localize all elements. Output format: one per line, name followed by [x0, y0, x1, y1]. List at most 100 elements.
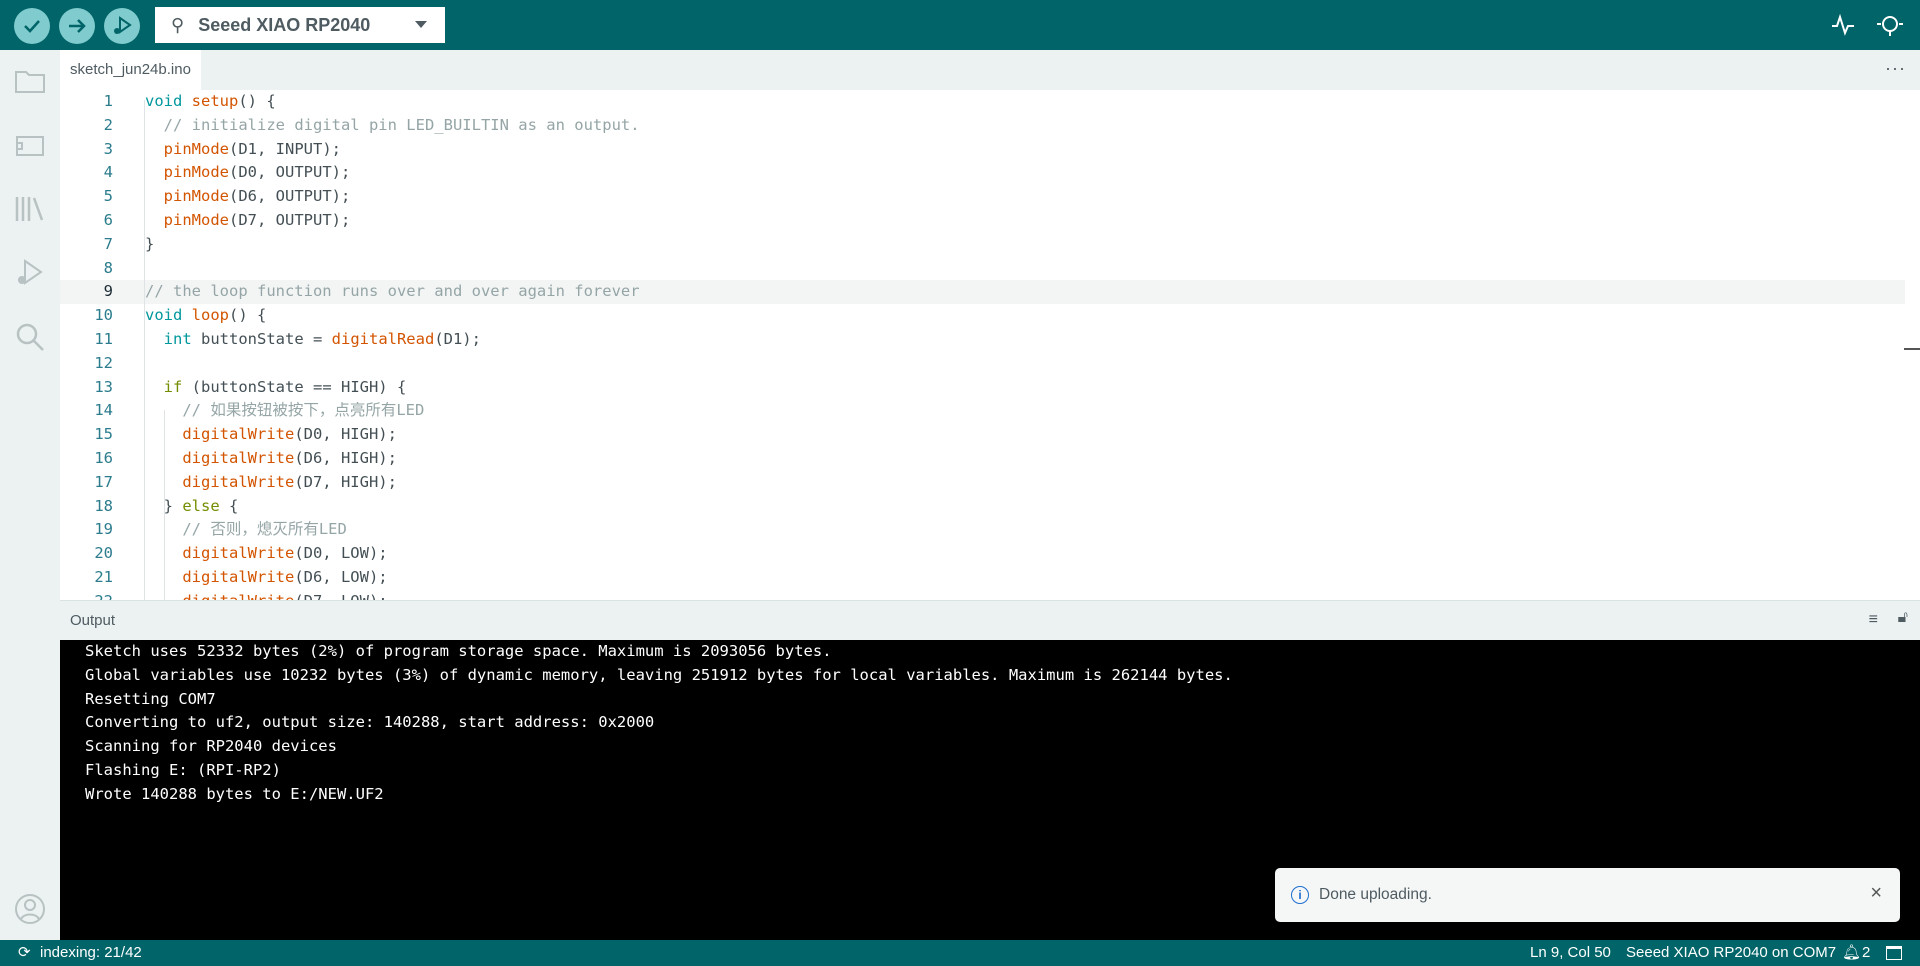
indent-guide	[164, 410, 165, 600]
code-token: {	[219, 496, 239, 515]
search-icon[interactable]	[13, 320, 47, 354]
debug-sidebar-icon[interactable]	[13, 256, 47, 290]
line-number: 15	[94, 425, 113, 444]
code-line[interactable]: 14 // 如果按钮被按下，点亮所有LED	[60, 399, 1905, 423]
debug-icon	[114, 16, 132, 34]
code-line[interactable]: 18 } else {	[60, 495, 1905, 519]
info-icon: i	[1291, 886, 1309, 904]
output-line: Wrote 140288 bytes to E:/NEW.UF2	[85, 784, 384, 803]
code-line[interactable]: 15 digitalWrite(D0, HIGH);	[60, 423, 1905, 447]
code-token: (D6, LOW);	[294, 568, 388, 586]
code-text: pinMode(D0, OUTPUT);	[145, 161, 351, 185]
code-line[interactable]: 6 pinMode(D7, OUTPUT);	[60, 209, 1905, 233]
clear-output-icon[interactable]: ≡	[1869, 611, 1878, 629]
code-token: (D0, HIGH);	[294, 425, 397, 444]
line-number: 22	[60, 590, 113, 600]
code-token: (D7, HIGH);	[294, 472, 397, 491]
library-manager-icon[interactable]	[13, 192, 47, 226]
code-token: digitalWrite	[182, 472, 295, 491]
code-line[interactable]: 8	[60, 257, 1905, 281]
code-token: pinMode	[163, 211, 229, 229]
code-token: buttonState =	[191, 330, 332, 348]
code-line[interactable]: 5 pinMode(D6, OUTPUT);	[60, 185, 1905, 209]
verify-button[interactable]	[14, 8, 50, 44]
line-number: 9	[103, 282, 113, 301]
code-line[interactable]: 9 // the loop function runs over and over…	[60, 280, 1905, 305]
code-text: pinMode(D1, INPUT);	[145, 138, 341, 162]
scrollbar[interactable]	[1904, 348, 1920, 350]
panel-toggle-icon[interactable]	[1886, 946, 1902, 960]
upload-button[interactable]	[59, 8, 95, 44]
code-text: // 否则，熄灭所有LED	[145, 518, 347, 542]
code-line[interactable]: 19 // 否则，熄灭所有LED	[60, 518, 1905, 542]
lock-scroll-icon[interactable]: 🔓︎	[1898, 609, 1908, 627]
line-number: 1	[103, 92, 113, 110]
code-line[interactable]: 17 digitalWrite(D7, HIGH);	[60, 471, 1905, 495]
line-number: 5	[103, 187, 113, 206]
code-token: pinMode	[163, 163, 229, 182]
code-line[interactable]: 12	[60, 352, 1905, 376]
code-text: } else {	[145, 495, 239, 519]
code-line[interactable]: 21 digitalWrite(D6, LOW);	[60, 566, 1905, 590]
line-number: 16	[94, 449, 113, 467]
serial-monitor-icon[interactable]	[1875, 12, 1905, 38]
board-port[interactable]: Seeed XIAO RP2040 on COM7	[1626, 940, 1836, 966]
indexing-status: indexing: 21/42	[40, 944, 142, 961]
line-number: 8	[103, 258, 113, 277]
boards-manager-icon[interactable]	[13, 128, 47, 162]
output-header: Output ≡ 🔓︎	[60, 600, 1920, 640]
code-line[interactable]: 1 void setup() {	[60, 90, 1905, 114]
code-line[interactable]: 4 pinMode(D0, OUTPUT);	[60, 161, 1905, 185]
code-token: setup	[191, 92, 239, 110]
close-icon[interactable]: ×	[1870, 882, 1882, 905]
board-name: Seeed XIAO RP2040	[198, 14, 371, 35]
code-text: void setup() {	[145, 90, 276, 114]
debug-button[interactable]	[104, 8, 140, 44]
line-number: 11	[94, 330, 113, 348]
tab-sketch[interactable]: sketch_jun24b.ino	[60, 50, 201, 90]
code-token: digitalWrite	[182, 425, 295, 444]
code-text: digitalWrite(D6, HIGH);	[145, 447, 397, 471]
code-line[interactable]: 20 digitalWrite(D0, LOW);	[60, 542, 1905, 566]
more-icon[interactable]: ···	[1885, 58, 1906, 79]
notification-toast: i Done uploading. ×	[1275, 868, 1900, 922]
code-line[interactable]: 3 pinMode(D1, INPUT);	[60, 138, 1905, 162]
code-token: (D7, LOW);	[294, 592, 387, 600]
output-line: Flashing E: (RPI-RP2)	[85, 761, 281, 779]
code-line[interactable]: 22 digitalWrite(D7, LOW);	[60, 590, 1905, 600]
line-number: 10	[94, 306, 113, 325]
folder-icon[interactable]	[13, 64, 47, 98]
line-number: 17	[94, 472, 113, 491]
code-text: // initialize digital pin LED_BUILTIN as…	[145, 114, 640, 138]
line-number: 20	[94, 544, 113, 563]
tab-bar: sketch_jun24b.ino ···	[60, 50, 1920, 90]
line-number: 3	[103, 139, 113, 158]
code-line[interactable]: 10 void loop() {	[60, 304, 1905, 328]
code-token: (D0, LOW);	[294, 544, 388, 563]
line-number: 12	[94, 353, 113, 372]
code-line[interactable]: 13 if (buttonState == HIGH) {	[60, 376, 1905, 400]
code-line[interactable]: 11 int buttonState = digitalRead(D1);	[60, 328, 1905, 352]
code-editor[interactable]: 22 digitalWrite(D7, LOW);21 digitalWrite…	[60, 90, 1920, 600]
code-line[interactable]: 7}	[60, 233, 1905, 257]
cursor-position[interactable]: Ln 9, Col 50	[1530, 940, 1611, 966]
code-text: digitalWrite(D6, LOW);	[145, 566, 388, 590]
code-token: digitalWrite	[182, 449, 295, 467]
board-selector[interactable]: ⚲ Seeed XIAO RP2040	[155, 7, 445, 43]
code-line[interactable]: 16 digitalWrite(D6, HIGH);	[60, 447, 1905, 471]
code-token: (D6, OUTPUT);	[229, 187, 351, 206]
code-token: digitalRead	[331, 330, 435, 348]
code-text: int buttonState = digitalRead(D1);	[145, 328, 481, 352]
output-line: Sketch uses 52332 bytes (2%) of program …	[85, 642, 832, 660]
usb-icon: ⚲	[171, 14, 185, 35]
code-line[interactable]: 2 // initialize digital pin LED_BUILTIN …	[60, 114, 1905, 138]
account-icon[interactable]	[13, 892, 47, 926]
bell-icon[interactable]: 🔔︎	[1842, 940, 1861, 966]
code-token: // the loop function runs over and over …	[145, 282, 640, 301]
serial-plotter-icon[interactable]	[1830, 12, 1856, 38]
